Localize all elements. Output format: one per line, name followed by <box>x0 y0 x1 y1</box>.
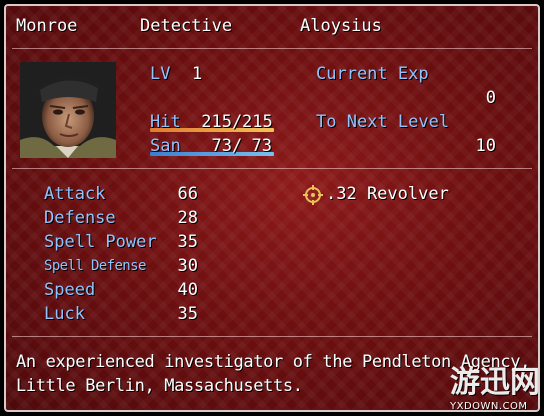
san-max: 73 <box>251 136 272 156</box>
weapon-name: .32 Revolver <box>326 184 449 204</box>
param-label-luck: Luck <box>44 304 85 324</box>
level-value: 1 <box>192 64 203 84</box>
next-level-label: To Next Level <box>316 112 450 132</box>
param-label-spell-power: Spell Power <box>44 232 157 252</box>
param-value-defense: 28 <box>177 208 198 228</box>
watermark-url: YXDOWN.COM <box>450 401 528 412</box>
actor-portrait <box>20 62 116 158</box>
actor-class: Detective <box>140 16 233 36</box>
watermark-logo: 游迅网 <box>450 365 540 400</box>
description-line-2: Little Berlin, Massachusetts. <box>16 376 303 396</box>
next-level-value: 10 <box>475 136 496 156</box>
param-value-attack: 66 <box>177 184 198 204</box>
san-label: San <box>150 136 181 156</box>
current-exp-label: Current Exp <box>316 64 429 84</box>
param-label-attack: Attack <box>44 184 106 204</box>
current-exp-value: 0 <box>485 88 496 108</box>
separator-bottom <box>12 336 532 337</box>
separator-middle <box>12 168 532 169</box>
param-value-speed: 40 <box>177 280 198 300</box>
detective-face-icon <box>20 62 116 158</box>
param-value-spell-power: 35 <box>177 232 198 252</box>
param-value-spell-defense: 30 <box>177 256 198 276</box>
param-value-luck: 35 <box>177 304 198 324</box>
hit-label: Hit <box>150 112 181 132</box>
hit-max: 215 <box>242 112 273 132</box>
san-slash: / <box>232 136 243 156</box>
param-label-spell-defense: Spell Defense <box>44 258 146 274</box>
separator-top <box>12 48 532 49</box>
actor-nickname: Aloysius <box>300 16 382 36</box>
level-label: LV <box>150 64 171 84</box>
status-window: Monroe Detective Aloysius LV 1 Hit 215 /… <box>4 4 540 412</box>
actor-name: Monroe <box>16 16 78 36</box>
hit-current: 215 <box>201 112 232 132</box>
san-current: 73 <box>211 136 232 156</box>
hit-slash: / <box>232 112 243 132</box>
param-label-defense: Defense <box>44 208 116 228</box>
param-label-speed: Speed <box>44 280 96 300</box>
crosshair-icon <box>302 184 324 206</box>
